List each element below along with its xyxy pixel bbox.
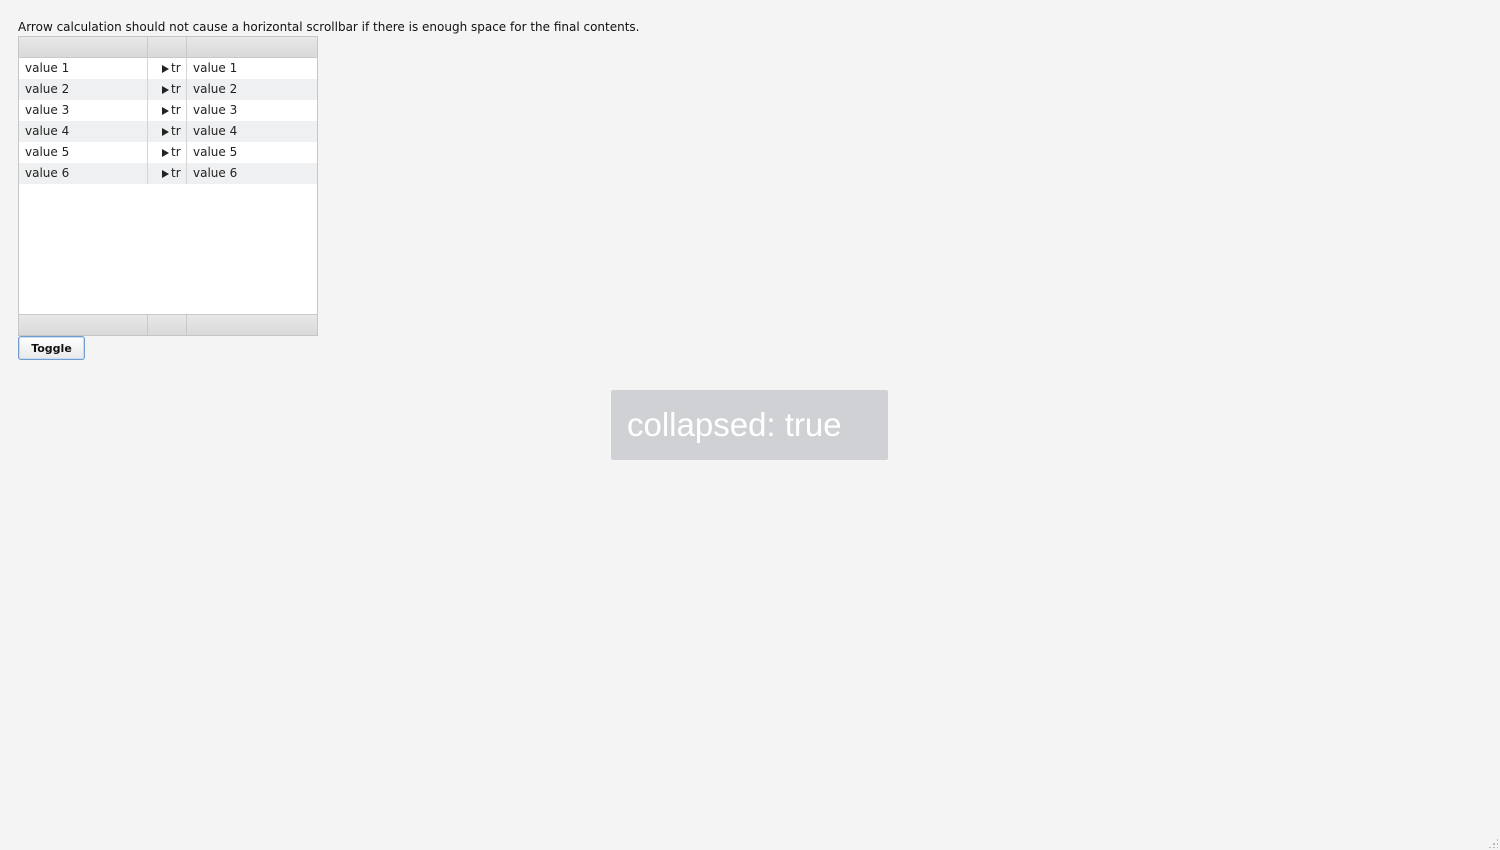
grid-footer: [19, 314, 317, 335]
status-notification: collapsed: true: [611, 390, 888, 460]
expand-arrow-icon[interactable]: [162, 127, 169, 136]
table-row[interactable]: value 2 tr value 2: [19, 79, 317, 100]
row-cell: value 3: [193, 103, 238, 117]
grid-header: [19, 37, 317, 58]
row-cell-toggle[interactable]: tr: [148, 142, 187, 163]
expand-arrow-icon[interactable]: [162, 85, 169, 94]
expand-arrow-icon[interactable]: [162, 64, 169, 73]
expand-arrow-icon[interactable]: [162, 106, 169, 115]
row-cell-text: tr: [171, 103, 181, 117]
row-cell-text: tr: [171, 82, 181, 96]
row-cell-text: tr: [171, 166, 181, 180]
row-cell: value 4: [19, 121, 148, 142]
row-cell: value 2: [193, 82, 238, 96]
row-cell: value 2: [19, 79, 148, 100]
row-cell: value 5: [19, 142, 148, 163]
row-cell: value 6: [19, 163, 148, 184]
row-cell: value 1: [193, 61, 238, 75]
resize-grip-icon[interactable]: [1488, 838, 1498, 848]
grid-body: value 1 tr value 1 value 2 tr value 2 va…: [19, 58, 317, 184]
row-cell-toggle[interactable]: tr: [148, 163, 187, 184]
expand-arrow-icon[interactable]: [162, 148, 169, 157]
row-cell: value 6: [193, 166, 238, 180]
footer-cell-3: [187, 315, 317, 335]
row-cell-toggle[interactable]: tr: [148, 121, 187, 142]
table-row[interactable]: value 6 tr value 6: [19, 163, 317, 184]
row-cell-toggle[interactable]: tr: [148, 100, 187, 121]
footer-cell-1: [19, 315, 148, 335]
table-row[interactable]: value 1 tr value 1: [19, 58, 317, 79]
row-cell-toggle[interactable]: tr: [148, 79, 187, 100]
header-cell-1[interactable]: [19, 37, 148, 57]
row-cell-text: tr: [171, 61, 181, 75]
expand-arrow-icon[interactable]: [162, 169, 169, 178]
data-grid: value 1 tr value 1 value 2 tr value 2 va…: [18, 36, 318, 336]
table-row[interactable]: value 5 tr value 5: [19, 142, 317, 163]
header-cell-3[interactable]: [187, 37, 317, 57]
row-cell: value 1: [19, 58, 148, 79]
header-cell-2[interactable]: [148, 37, 187, 57]
row-cell-text: tr: [171, 124, 181, 138]
row-cell: value 4: [193, 124, 238, 138]
row-cell-text: tr: [171, 145, 181, 159]
row-cell: value 5: [193, 145, 238, 159]
footer-cell-2: [148, 315, 187, 335]
toggle-button[interactable]: Toggle: [18, 336, 85, 360]
table-row[interactable]: value 3 tr value 3: [19, 100, 317, 121]
table-row[interactable]: value 4 tr value 4: [19, 121, 317, 142]
description-text: Arrow calculation should not cause a hor…: [18, 20, 640, 34]
row-cell-toggle[interactable]: tr: [148, 58, 187, 79]
row-cell: value 3: [19, 100, 148, 121]
